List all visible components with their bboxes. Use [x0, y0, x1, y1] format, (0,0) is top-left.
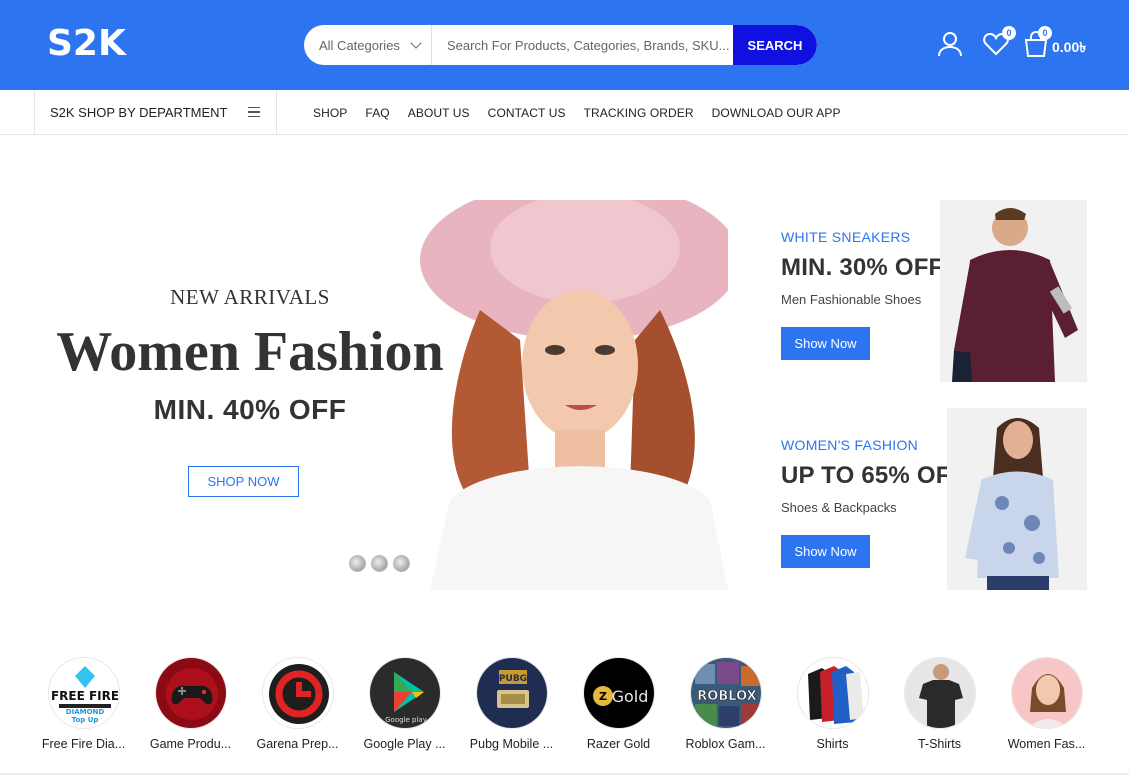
search-button[interactable]: SEARCH — [733, 25, 817, 65]
tshirt-icon — [903, 657, 976, 729]
wishlist-icon[interactable]: 0 — [982, 26, 1016, 58]
nav-row: S2K SHOP BY DEPARTMENT SHOP FAQ ABOUT US… — [0, 90, 1129, 135]
free-fire-logo-sub2: Top Up — [71, 716, 98, 724]
category-label: T-Shirts — [917, 737, 962, 751]
menu-item-download-app[interactable]: DOWNLOAD OUR APP — [712, 106, 841, 120]
category-label: Pubg Mobile ... — [469, 737, 554, 751]
category-label: Shirts — [816, 737, 849, 751]
hero-title: Women Fashion — [56, 321, 444, 383]
roblox-icon: ROBLOX — [689, 657, 762, 729]
google-play-icon: Google play — [368, 657, 441, 729]
category-item[interactable]: Z Gold Razer Gold — [565, 657, 672, 751]
razer-gold-logo-text: Gold — [611, 687, 648, 706]
free-fire-icon: FREE FIRE DIAMOND Top Up — [47, 657, 120, 729]
pubg-logo-text: PUBG — [498, 674, 526, 684]
menu-item-contact-us[interactable]: CONTACT US — [488, 106, 566, 120]
shop-now-button[interactable]: SHOP NOW — [188, 466, 299, 497]
site-logo[interactable]: S2K — [47, 22, 126, 66]
search-bar: All Categories SEARCH — [304, 25, 817, 65]
category-item[interactable]: FREE FIRE DIAMOND Top Up Free Fire Dia..… — [30, 657, 137, 751]
promo-woman-image — [947, 408, 1087, 590]
menu-item-shop[interactable]: SHOP — [313, 106, 347, 120]
garena-icon — [261, 657, 334, 729]
hero-subtitle: NEW ARRIVALS — [170, 285, 330, 309]
category-item[interactable]: Women Fas... — [993, 657, 1100, 751]
top-header: S2K All Categories SEARCH 0 0 0.00৳ — [0, 0, 1129, 90]
account-icon[interactable] — [936, 30, 964, 58]
category-label: Game Produ... — [149, 737, 232, 751]
category-label: Free Fire Dia... — [41, 737, 126, 751]
slider-dot[interactable] — [371, 555, 388, 572]
cart-icon[interactable]: 0 — [1022, 26, 1052, 58]
women-fashion-icon — [1010, 657, 1083, 729]
menu-item-about-us[interactable]: ABOUT US — [408, 106, 470, 120]
free-fire-logo-text: FREE FIRE — [50, 689, 118, 703]
category-label: Google Play ... — [363, 737, 446, 751]
department-label: S2K SHOP BY DEPARTMENT — [50, 105, 228, 120]
category-item[interactable]: Shirts — [779, 657, 886, 751]
chevron-down-icon — [410, 37, 422, 49]
category-select-value: All Categories — [319, 37, 400, 53]
slider-dot[interactable] — [349, 555, 366, 572]
slider-dot[interactable] — [393, 555, 410, 572]
razer-gold-icon: Z Gold — [582, 657, 655, 729]
category-label: Razer Gold — [586, 737, 651, 751]
cart-count-badge: 0 — [1038, 26, 1052, 40]
hero-offer: MIN. 40% OFF — [153, 394, 347, 425]
category-item[interactable]: Google play Google Play ... — [351, 657, 458, 751]
show-now-button[interactable]: Show Now — [781, 327, 870, 360]
category-label: Roblox Gam... — [685, 737, 766, 751]
category-row: FREE FIRE DIAMOND Top Up Free Fire Dia..… — [30, 657, 1100, 751]
pubg-icon: PUBG — [475, 657, 548, 729]
menu-item-tracking-order[interactable]: TRACKING ORDER — [584, 106, 694, 120]
category-item[interactable]: Garena Prep... — [244, 657, 351, 751]
hero-text: NEW ARRIVALS Women Fashion MIN. 40% OFF — [40, 285, 460, 426]
cart-total[interactable]: 0.00৳ — [1052, 36, 1086, 60]
category-select[interactable]: All Categories — [304, 25, 432, 65]
promo-man-image — [940, 200, 1087, 382]
category-label: Women Fas... — [1007, 737, 1086, 751]
roblox-logo-text: ROBLOX — [697, 689, 756, 704]
shirts-icon — [796, 657, 869, 729]
search-input[interactable] — [432, 25, 733, 65]
category-item[interactable]: ROBLOX Roblox Gam... — [672, 657, 779, 751]
category-label: Garena Prep... — [256, 737, 339, 751]
menu-item-faq[interactable]: FAQ — [365, 106, 389, 120]
category-item[interactable]: T-Shirts — [886, 657, 993, 751]
main-menu: SHOP FAQ ABOUT US CONTACT US TRACKING OR… — [313, 90, 841, 135]
wishlist-count-badge: 0 — [1002, 26, 1016, 40]
slider-dots — [349, 555, 410, 572]
svg-text:Z: Z — [599, 690, 607, 703]
gamepad-icon — [154, 657, 227, 729]
department-menu-button[interactable]: S2K SHOP BY DEPARTMENT — [34, 90, 277, 135]
show-now-button[interactable]: Show Now — [781, 535, 870, 568]
category-item[interactable]: PUBG Pubg Mobile ... — [458, 657, 565, 751]
google-play-logo-text: Google play — [385, 716, 427, 724]
hamburger-icon — [248, 107, 260, 117]
category-item[interactable]: Game Produ... — [137, 657, 244, 751]
free-fire-logo-sub: DIAMOND — [65, 708, 104, 716]
